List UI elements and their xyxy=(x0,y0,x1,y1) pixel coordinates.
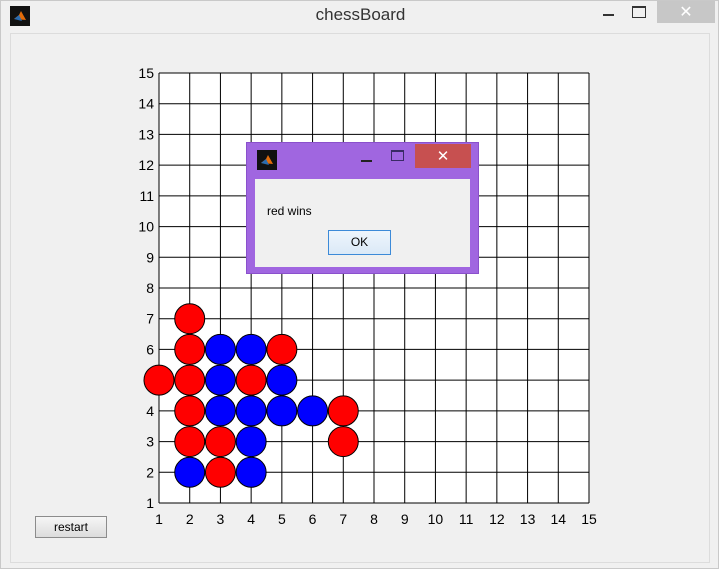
red-piece xyxy=(174,426,206,458)
red-piece xyxy=(143,364,175,396)
dialog-minimize-button[interactable] xyxy=(359,149,375,163)
y-tick-label: 13 xyxy=(138,126,154,142)
blue-piece xyxy=(235,456,267,488)
y-tick-label: 12 xyxy=(138,157,154,173)
y-tick-label: 10 xyxy=(138,219,154,235)
y-tick-label: 4 xyxy=(146,403,154,419)
red-piece xyxy=(327,426,359,458)
x-tick-label: 9 xyxy=(401,511,409,527)
x-tick-label: 5 xyxy=(278,511,286,527)
red-piece xyxy=(235,364,267,396)
blue-piece xyxy=(235,426,267,458)
dialog-message: red wins xyxy=(267,204,312,218)
blue-piece xyxy=(204,364,236,396)
x-tick-label: 1 xyxy=(155,511,163,527)
red-piece xyxy=(204,426,236,458)
x-tick-label: 8 xyxy=(370,511,378,527)
red-piece xyxy=(327,395,359,427)
blue-piece xyxy=(235,333,267,365)
x-tick-label: 12 xyxy=(489,511,505,527)
dialog-maximize-button[interactable] xyxy=(389,149,405,163)
red-piece xyxy=(266,333,298,365)
red-piece xyxy=(204,456,236,488)
red-piece xyxy=(174,303,206,335)
x-tick-label: 14 xyxy=(550,511,566,527)
y-tick-label: 7 xyxy=(146,311,154,327)
x-tick-label: 2 xyxy=(186,511,194,527)
blue-piece xyxy=(266,364,298,396)
blue-piece xyxy=(297,395,329,427)
dialog-close-button[interactable]: ✕ xyxy=(415,144,471,168)
x-tick-label: 3 xyxy=(217,511,225,527)
blue-piece xyxy=(204,395,236,427)
y-tick-label: 3 xyxy=(146,434,154,450)
close-icon: ✕ xyxy=(436,148,450,165)
y-tick-label: 2 xyxy=(146,464,154,480)
y-tick-label: 11 xyxy=(139,188,154,204)
y-tick-label: 9 xyxy=(146,249,154,265)
blue-piece xyxy=(204,333,236,365)
game-board[interactable]: 1234567891011121314151234567891011121314… xyxy=(1,1,719,570)
x-tick-label: 11 xyxy=(459,511,474,527)
x-tick-label: 6 xyxy=(309,511,317,527)
red-piece xyxy=(174,395,206,427)
x-tick-label: 13 xyxy=(520,511,536,527)
blue-piece xyxy=(174,456,206,488)
x-tick-label: 15 xyxy=(581,511,597,527)
matlab-icon xyxy=(257,150,277,170)
red-piece xyxy=(174,333,206,365)
message-dialog: ✕ red wins OK xyxy=(246,142,479,274)
dialog-body: red wins OK xyxy=(255,179,470,267)
y-tick-label: 14 xyxy=(138,96,154,112)
maximize-icon xyxy=(391,150,404,161)
ok-button[interactable]: OK xyxy=(328,230,391,255)
y-tick-label: 6 xyxy=(146,341,154,357)
red-piece xyxy=(174,364,206,396)
x-tick-label: 7 xyxy=(339,511,347,527)
y-tick-label: 1 xyxy=(146,495,154,511)
blue-piece xyxy=(235,395,267,427)
x-tick-label: 10 xyxy=(428,511,444,527)
restart-button[interactable]: restart xyxy=(35,516,107,538)
y-tick-label: 15 xyxy=(138,65,154,81)
blue-piece xyxy=(266,395,298,427)
minimize-icon xyxy=(361,160,372,162)
chessboard-window: chessBoard ✕ 123456789101112131415123456… xyxy=(0,0,719,569)
y-tick-label: 8 xyxy=(146,280,154,296)
x-tick-label: 4 xyxy=(247,511,255,527)
